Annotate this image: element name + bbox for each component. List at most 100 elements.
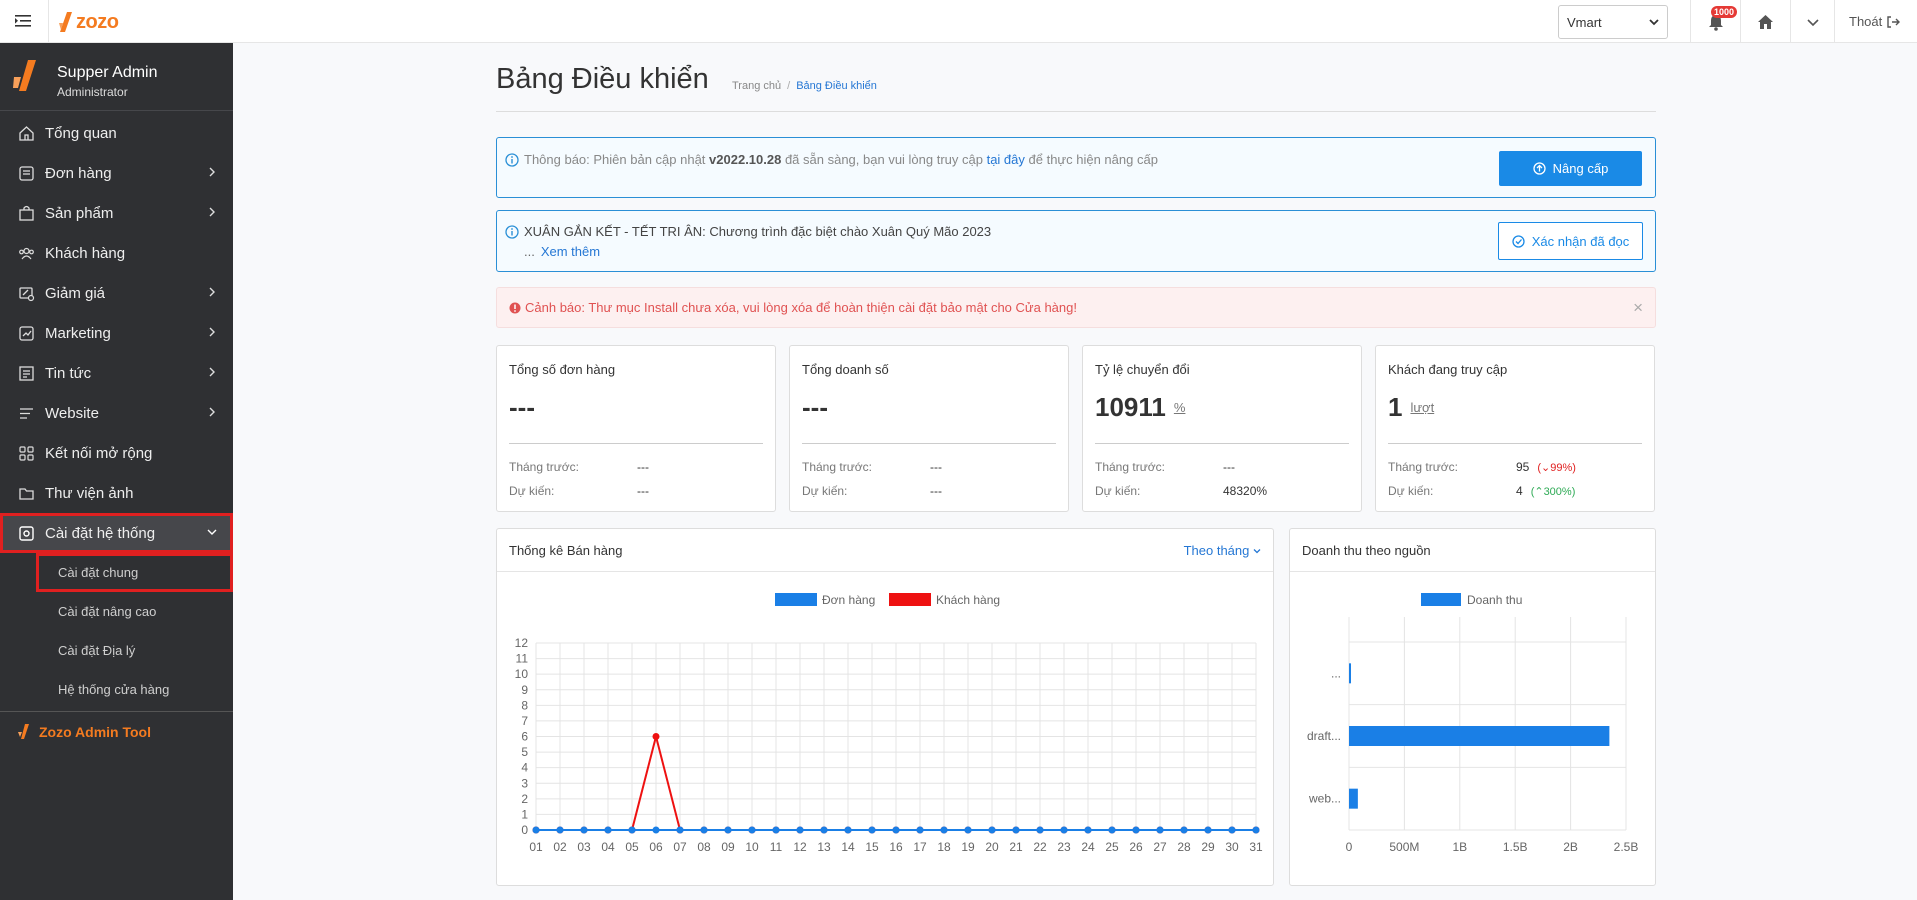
- website-icon: [20, 408, 33, 419]
- sidebar-item-orders[interactable]: Đơn hàng: [0, 153, 233, 193]
- notification-button[interactable]: 1000: [1690, 0, 1740, 43]
- user-dropdown-button[interactable]: [1790, 0, 1834, 43]
- zozo-admin-tool-link[interactable]: Zozo Admin Tool: [0, 711, 233, 751]
- stat-value: 10911%: [1095, 392, 1185, 423]
- subitem-label: Cài đặt nâng cao: [58, 604, 157, 619]
- x-tick-label: 1.5B: [1503, 840, 1528, 854]
- sidebar-item-customers[interactable]: Khách hàng: [0, 233, 233, 273]
- data-point: [964, 826, 972, 834]
- period-filter-dropdown[interactable]: Theo tháng: [1184, 543, 1261, 558]
- sidebar-item-extensions[interactable]: Kết nối mở rộng: [0, 433, 233, 473]
- discount-icon: [19, 287, 35, 302]
- x-tick-label: 12: [793, 840, 807, 854]
- sidebar-item-label: Khách hàng: [45, 244, 126, 262]
- sidebar-item-discounts[interactable]: Giảm giá: [0, 273, 233, 313]
- menu-toggle-icon[interactable]: [14, 12, 32, 30]
- chevron-right-icon: [209, 407, 215, 417]
- legend-swatch: [889, 593, 931, 606]
- sidebar-profile[interactable]: Supper Admin Administrator: [0, 43, 233, 111]
- close-icon[interactable]: ×: [1633, 298, 1643, 318]
- data-point: [772, 826, 780, 834]
- data-point: [1060, 826, 1068, 834]
- sidebar-item-website[interactable]: Website: [0, 393, 233, 433]
- card-title: Thống kê Bán hàng: [509, 543, 623, 558]
- data-point: [868, 826, 876, 834]
- x-tick-label: 1B: [1452, 840, 1467, 854]
- x-tick-label: 01: [529, 840, 543, 854]
- sales-line-chart: Đơn hàng Khách hàng012345678910111201 02 03…: [515, 593, 1263, 854]
- sidebar-item-marketing[interactable]: Marketing: [0, 313, 233, 353]
- subitem-advanced-settings[interactable]: Cài đặt nâng cao: [0, 592, 233, 631]
- stat-est-label: Dự kiến:: [1388, 484, 1434, 498]
- promo-more: ... Xem thêm: [524, 244, 600, 259]
- stat-est-value: ---: [637, 484, 649, 498]
- legend-label: Doanh thu: [1467, 593, 1522, 607]
- upgrade-button-label: Nâng cấp: [1552, 161, 1609, 176]
- x-tick-label: 29: [1201, 840, 1215, 854]
- confirm-read-label: Xác nhận đã đọc: [1531, 233, 1630, 249]
- data-point: [892, 826, 900, 834]
- data-point: [1180, 826, 1188, 834]
- stat-value-number: 1: [1388, 392, 1403, 422]
- apps-icon: [19, 446, 34, 461]
- y-tick-label: 4: [521, 761, 528, 775]
- sidebar-item-news[interactable]: Tin tức: [0, 353, 233, 393]
- y-tick-label: 11: [516, 652, 529, 666]
- subitem-general-settings[interactable]: Cài đặt chung: [36, 553, 233, 592]
- stat-prev-value: 95 (⌄99%): [1516, 460, 1576, 474]
- promo-title: XUÂN GẮN KẾT - TẾT TRI ÂN: Chương trình …: [524, 224, 992, 239]
- data-point: [844, 826, 852, 834]
- folder-icon: [19, 488, 34, 500]
- x-tick-label: 15: [865, 840, 879, 854]
- x-tick-label: 31: [1249, 840, 1263, 854]
- x-tick-label: 10: [745, 840, 759, 854]
- subitem-geo-settings[interactable]: Cài đặt Địa lý: [0, 631, 233, 670]
- sidebar-item-products[interactable]: Sản phẩm: [0, 193, 233, 233]
- update-link[interactable]: tại đây: [987, 152, 1025, 167]
- zozo-logo[interactable]: zozo: [58, 7, 119, 37]
- subitem-store-system[interactable]: Hệ thống cửa hàng: [0, 670, 233, 709]
- promo-ellipsis: ...: [524, 244, 535, 259]
- stat-est-change: (⌃300%): [1530, 486, 1576, 498]
- upgrade-button[interactable]: Nâng cấp: [1499, 151, 1642, 186]
- stat-prev-value: ---: [930, 460, 942, 474]
- logout-button[interactable]: Thoát: [1834, 0, 1917, 43]
- card-title: Doanh thu theo nguồn: [1302, 543, 1431, 558]
- chevron-right-icon: [209, 287, 215, 297]
- x-tick-label: 18: [937, 840, 951, 854]
- x-tick-label: 08: [697, 840, 711, 854]
- sidebar-item-system-settings[interactable]: Cài đặt hệ thống: [0, 513, 233, 553]
- chevron-right-icon: [209, 327, 215, 337]
- data-point: [916, 826, 924, 834]
- store-select[interactable]: Vmart: [1558, 5, 1668, 39]
- data-point: [820, 826, 828, 834]
- x-tick-label: 22: [1033, 840, 1047, 854]
- stat-divider: [1388, 443, 1642, 444]
- top-bar: zozo Vmart 1000 Thoát: [0, 0, 1917, 43]
- y-tick-label: 2: [521, 792, 528, 806]
- stat-est-value: 48320%: [1223, 484, 1268, 498]
- y-category-label: web...: [1308, 792, 1341, 806]
- chevron-down-icon: [1253, 549, 1261, 554]
- sidebar-item-overview[interactable]: Tổng quan: [0, 113, 233, 153]
- confirm-read-button[interactable]: Xác nhận đã đọc: [1498, 222, 1643, 260]
- sidebar-item-gallery[interactable]: Thư viện ảnh: [0, 473, 233, 513]
- update-suffix: để thực hiện nâng cấp: [1024, 152, 1158, 167]
- stat-prev-label: Tháng trước:: [802, 460, 872, 474]
- tool-link-label: Zozo Admin Tool: [39, 723, 151, 740]
- data-point: [940, 826, 948, 834]
- stat-prev-value: ---: [1223, 460, 1235, 474]
- breadcrumb-home[interactable]: Trang chủ: [732, 80, 781, 92]
- stat-title: Tỷ lệ chuyển đổi: [1095, 362, 1190, 377]
- breadcrumb-current: Bảng Điều khiển: [796, 80, 877, 92]
- x-tick-label: 0: [1346, 840, 1353, 854]
- read-more-link[interactable]: Xem thêm: [541, 244, 600, 259]
- stat-value-number: 10911: [1095, 392, 1166, 422]
- main-content: Bảng Điều khiển Trang chủ / Bảng Điều khiể…: [496, 43, 1656, 886]
- data-point: [988, 826, 996, 834]
- data-point: [700, 826, 708, 834]
- data-point: [1228, 826, 1236, 834]
- data-point: [1156, 826, 1164, 834]
- x-tick-label: 19: [961, 840, 975, 854]
- home-button[interactable]: [1740, 0, 1790, 43]
